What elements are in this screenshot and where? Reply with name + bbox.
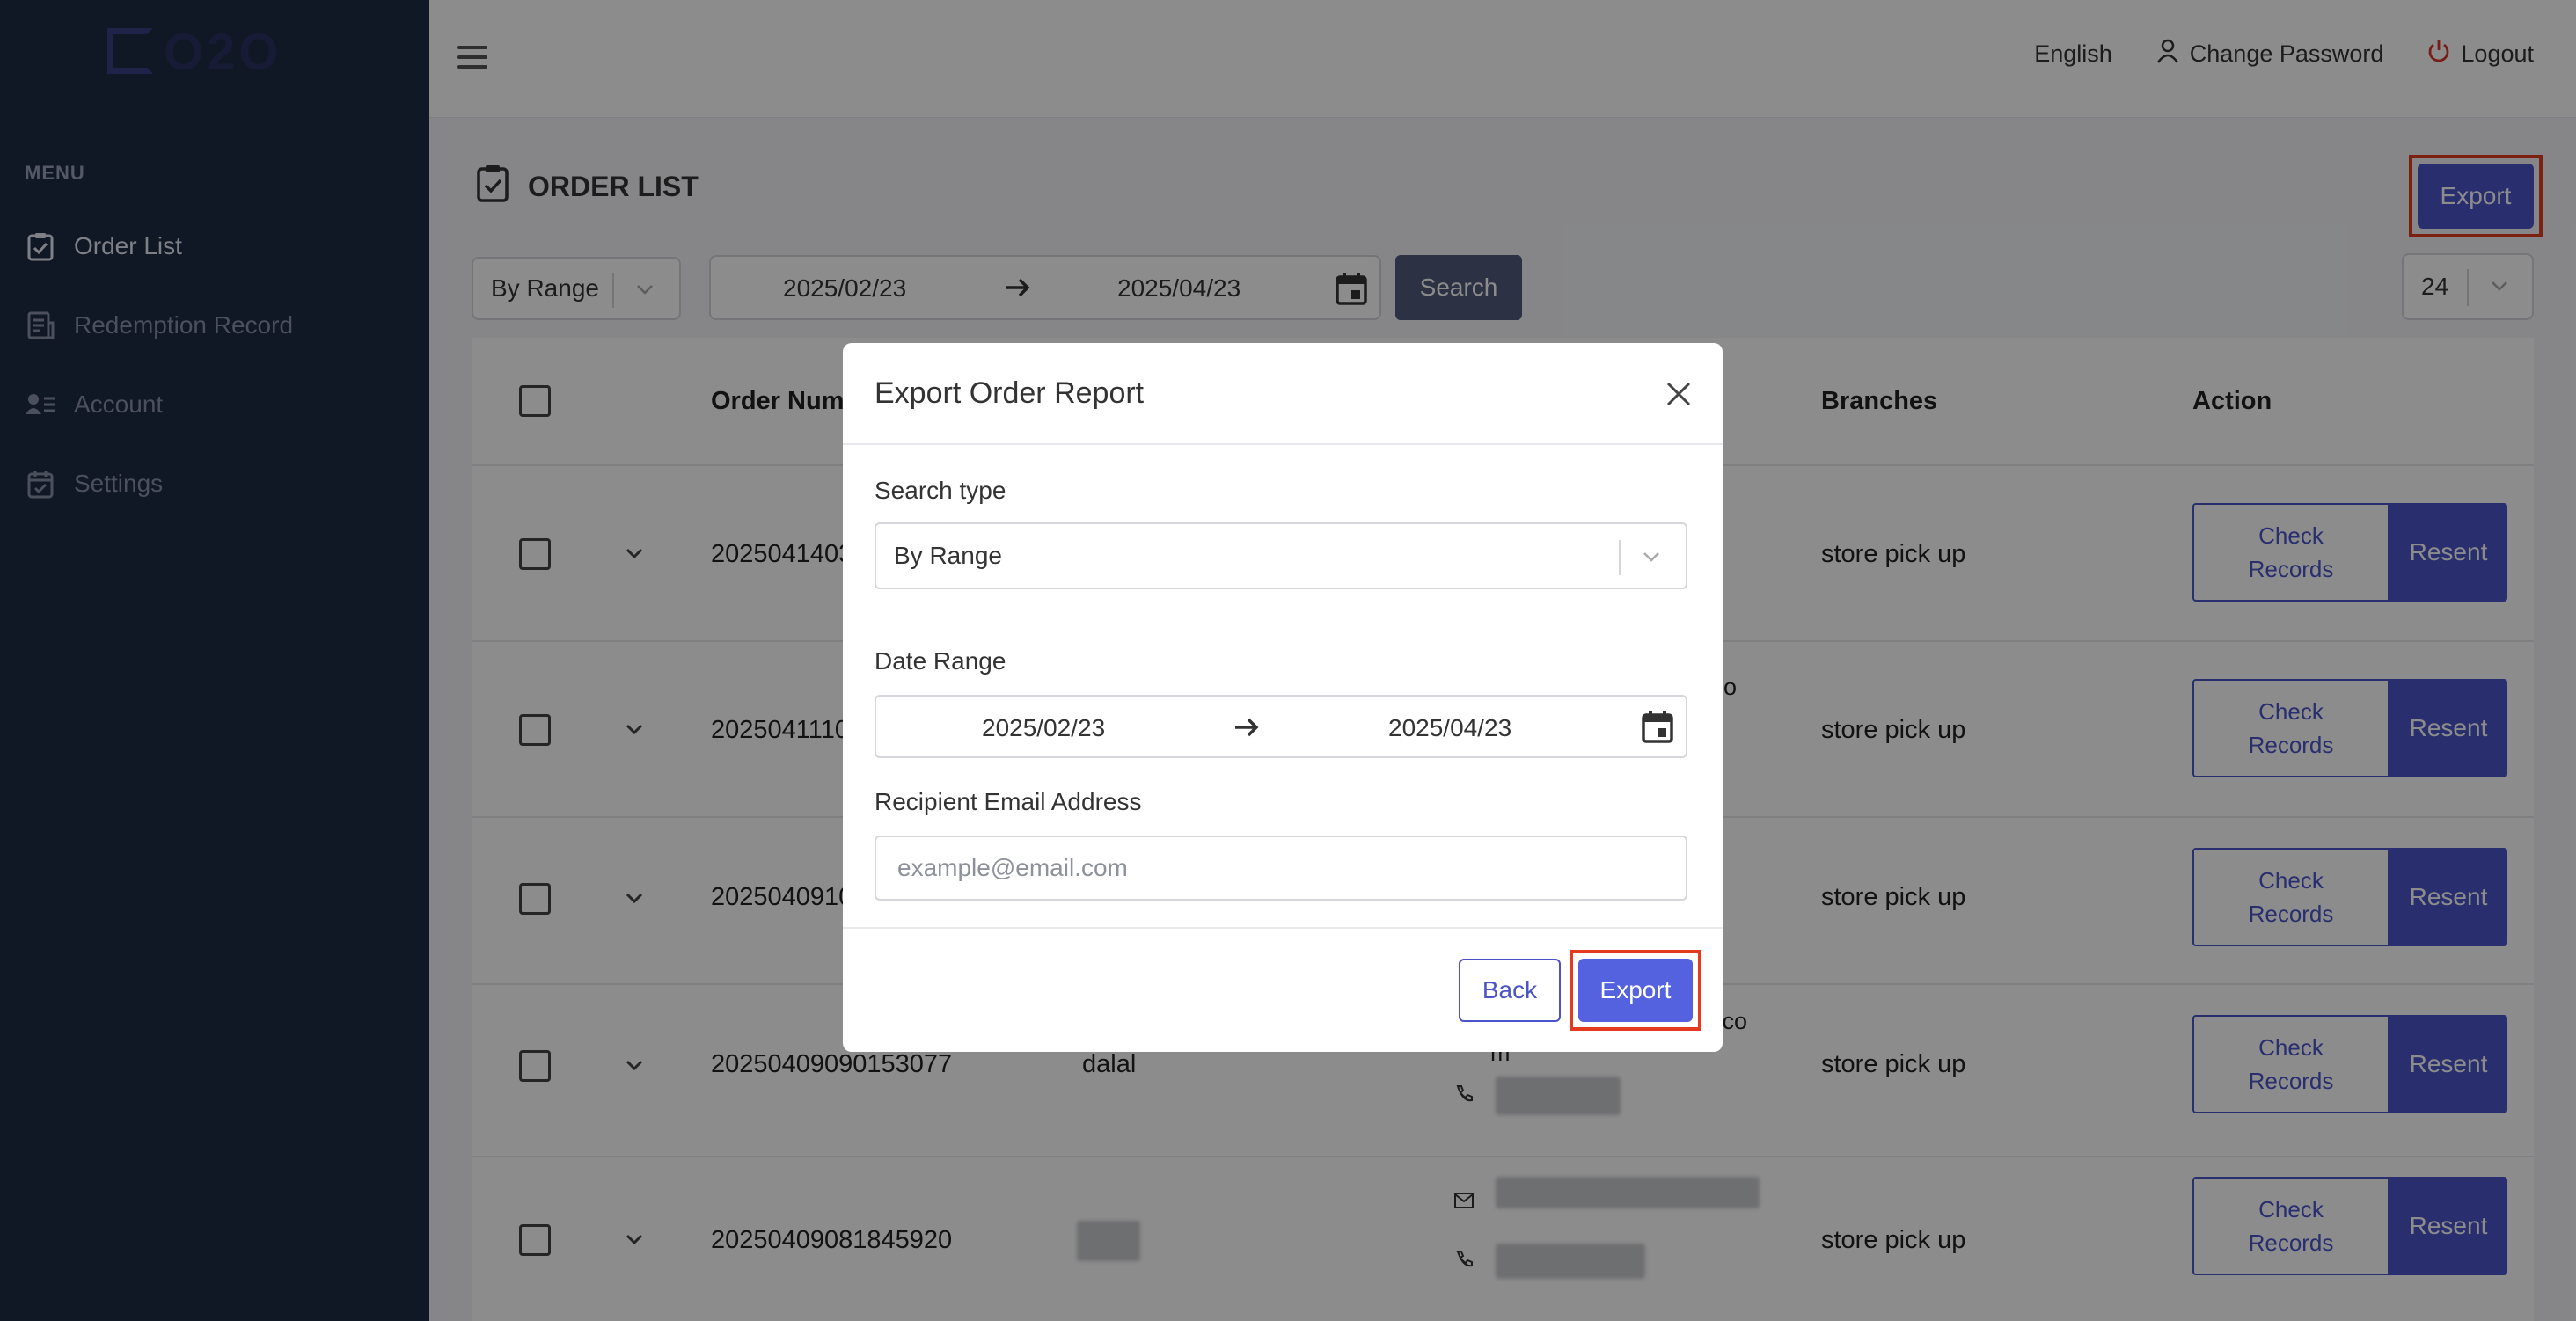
date-range-label: Date Range — [875, 647, 1006, 675]
arrow-right-icon — [1232, 712, 1262, 748]
export-button-highlight: Export — [1570, 950, 1701, 1031]
back-button[interactable]: Back — [1459, 959, 1561, 1022]
modal-search-type-select[interactable]: By Range — [875, 522, 1687, 589]
modal-date-end[interactable]: 2025/04/23 — [1388, 714, 1511, 742]
modal-export-button[interactable]: Export — [1578, 959, 1693, 1022]
modal-search-type-value: By Range — [894, 542, 1002, 569]
modal-footer: Back Export — [843, 927, 1723, 1052]
search-type-label: Search type — [875, 477, 1006, 504]
close-icon[interactable] — [1661, 376, 1696, 412]
calendar-icon[interactable] — [1640, 709, 1675, 750]
modal-date-start[interactable]: 2025/02/23 — [982, 714, 1105, 742]
export-order-report-modal: Export Order Report Search type By Range… — [843, 343, 1723, 1052]
chevron-down-icon — [1638, 544, 1665, 576]
recipient-email-input[interactable] — [875, 836, 1687, 901]
modal-header: Export Order Report — [843, 343, 1723, 445]
modal-date-range-picker[interactable]: 2025/02/23 2025/04/23 — [875, 695, 1687, 758]
recipient-email-label: Recipient Email Address — [875, 788, 1142, 815]
modal-title: Export Order Report — [875, 376, 1145, 410]
